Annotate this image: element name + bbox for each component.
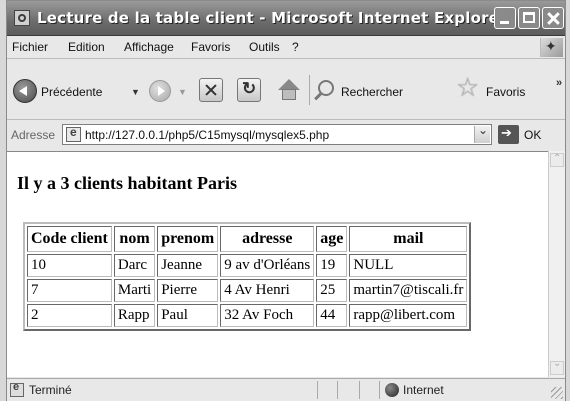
table-cell: Jeanne [157, 254, 219, 277]
title-bar[interactable]: Lecture de la table client - Microsoft I… [7, 1, 565, 36]
table-cell: 10 [27, 254, 112, 277]
address-label: Adresse [11, 128, 56, 142]
table-cell: Marti [113, 279, 156, 302]
refresh-icon[interactable] [237, 78, 261, 102]
vertical-scrollbar[interactable] [548, 151, 565, 377]
back-arrow-icon[interactable] [13, 79, 37, 103]
table-cell: 25 [316, 279, 348, 302]
table-cell: 44 [316, 304, 348, 327]
forward-arrow-icon[interactable] [149, 80, 171, 102]
status-divider [359, 381, 360, 399]
page-status-icon [10, 381, 24, 397]
status-divider [337, 381, 338, 399]
column-header: Code client [27, 226, 112, 252]
address-dropdown-icon[interactable] [474, 123, 490, 143]
ie-logo-icon [14, 10, 30, 26]
toolbar-overflow-icon[interactable]: » [556, 77, 562, 89]
menu-bar: Fichier Edition Affichage Favoris Outils… [7, 36, 565, 59]
menu-fichier[interactable]: Fichier [12, 40, 48, 54]
table-cell: Darc [113, 254, 156, 277]
resize-grip[interactable] [551, 387, 563, 399]
address-input[interactable]: http://127.0.0.1/php5/C15mysql/mysqlex5.… [62, 123, 492, 145]
column-header: adresse [220, 226, 315, 252]
minimize-button[interactable] [494, 7, 516, 29]
table-cell: 2 [27, 304, 112, 327]
back-button-label[interactable]: Précédente [41, 85, 102, 99]
table-header-row: Code client nom prenom adresse age mail [27, 226, 468, 252]
table-cell: 4 Av Henri [220, 279, 315, 302]
favorites-star-icon[interactable]: ☆ [456, 74, 479, 100]
menu-edition[interactable]: Edition [68, 40, 105, 54]
status-divider [379, 381, 380, 399]
table-cell: 32 Av Foch [220, 304, 315, 327]
browser-window: Lecture de la table client - Microsoft I… [6, 0, 566, 401]
column-header: prenom [157, 226, 219, 252]
home-icon[interactable] [277, 79, 301, 101]
table-row: 10 Darc Jeanne 9 av d'Orléans 19 NULL [27, 254, 468, 277]
table-cell: 19 [316, 254, 348, 277]
page-content: Il y a 3 clients habitant Paris Code cli… [7, 151, 548, 377]
go-arrow-icon[interactable] [498, 125, 519, 144]
status-text: Terminé [29, 383, 72, 397]
menu-affichage[interactable]: Affichage [124, 40, 174, 54]
column-header: age [316, 226, 348, 252]
toolbar-separator [309, 75, 310, 105]
close-button[interactable] [542, 7, 564, 29]
table-cell: NULL [349, 254, 468, 277]
go-button-label[interactable]: OK [524, 128, 541, 142]
window-title: Lecture de la table client - Microsoft I… [37, 9, 507, 27]
menu-outils[interactable]: Outils [249, 40, 280, 54]
page-icon [66, 125, 81, 142]
menu-favoris[interactable]: Favoris [191, 40, 230, 54]
table-cell: rapp@libert.com [349, 304, 468, 327]
security-zone-text: Internet [403, 383, 444, 397]
back-dropdown-icon[interactable]: ▼ [131, 87, 140, 97]
internet-zone-icon [385, 383, 399, 397]
status-divider [317, 381, 318, 399]
table-cell: Rapp [113, 304, 156, 327]
table-row: 2 Rapp Paul 32 Av Foch 44 rapp@libert.co… [27, 304, 468, 327]
table-cell: Paul [157, 304, 219, 327]
table-cell: 9 av d'Orléans [220, 254, 315, 277]
column-header: mail [349, 226, 468, 252]
menu-help[interactable]: ? [292, 40, 299, 54]
table-cell: 7 [27, 279, 112, 302]
address-bar: Adresse http://127.0.0.1/php5/C15mysql/m… [7, 120, 565, 150]
scroll-down-icon[interactable] [550, 358, 564, 375]
table-cell: martin7@tiscali.fr [349, 279, 468, 302]
page-heading: Il y a 3 clients habitant Paris [17, 173, 238, 193]
client-table: Code client nom prenom adresse age mail … [23, 222, 472, 331]
stop-icon[interactable] [199, 78, 223, 102]
address-url[interactable]: http://127.0.0.1/php5/C15mysql/mysqlex5.… [85, 128, 329, 142]
table-cell: Pierre [157, 279, 219, 302]
search-button-label[interactable]: Rechercher [341, 85, 403, 99]
search-icon[interactable] [318, 80, 334, 96]
status-bar: Terminé Internet [7, 378, 565, 401]
column-header: nom [113, 226, 156, 252]
favorites-button-label[interactable]: Favoris [486, 85, 525, 99]
toolbar: Précédente ▼ ▼ Rechercher ☆ Favoris » [7, 59, 565, 120]
scroll-up-icon[interactable] [550, 153, 564, 167]
forward-dropdown-icon[interactable]: ▼ [178, 87, 187, 97]
maximize-button[interactable] [518, 7, 540, 29]
table-row: 7 Marti Pierre 4 Av Henri 25 martin7@tis… [27, 279, 468, 302]
windows-logo-icon [540, 38, 563, 57]
